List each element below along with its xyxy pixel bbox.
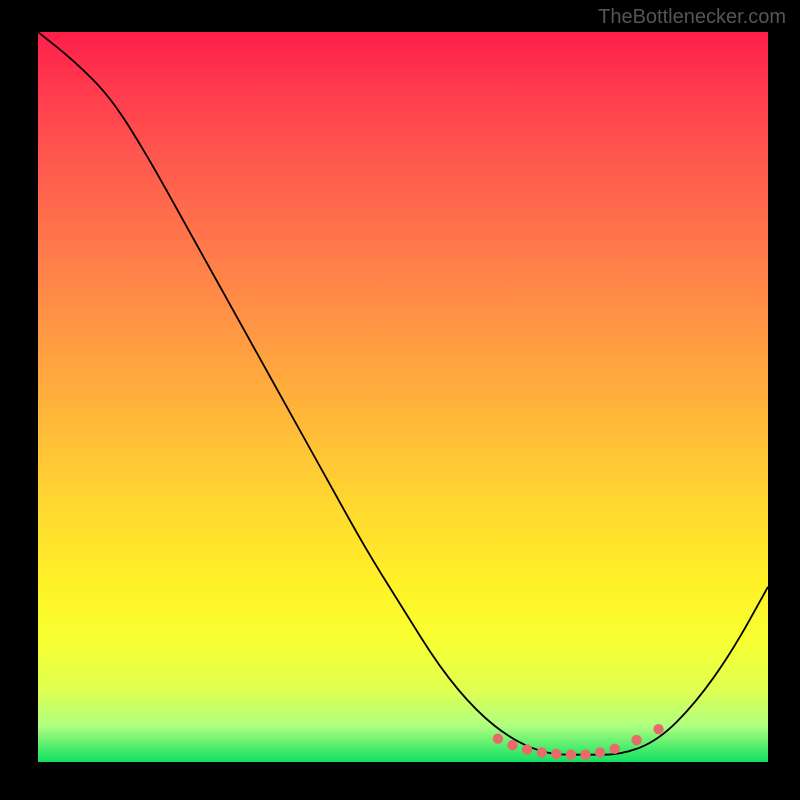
watermark-text: TheBottlenecker.com xyxy=(598,6,786,29)
highlight-dot xyxy=(610,744,620,754)
chart-container xyxy=(36,30,770,764)
highlight-dot xyxy=(580,750,590,760)
highlight-dot xyxy=(653,724,663,734)
highlight-dot xyxy=(507,740,517,750)
highlight-dot xyxy=(631,735,641,745)
highlight-dot xyxy=(551,749,561,759)
highlight-dot xyxy=(595,747,605,757)
highlight-dot xyxy=(522,744,532,754)
highlight-dot xyxy=(537,747,547,757)
highlight-dot xyxy=(566,750,576,760)
chart-svg xyxy=(38,32,768,762)
highlight-dot xyxy=(493,733,503,743)
curve-path xyxy=(38,32,768,755)
